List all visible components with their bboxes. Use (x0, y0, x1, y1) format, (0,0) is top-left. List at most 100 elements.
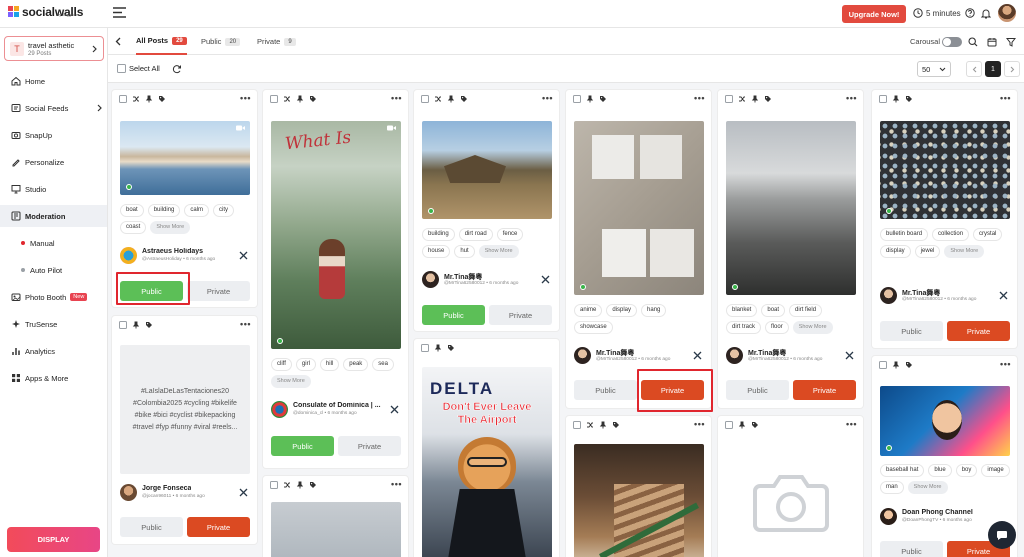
tag-chip[interactable]: house (422, 245, 451, 258)
shuffle-icon[interactable] (586, 421, 594, 429)
show-more-button[interactable]: Show More (907, 481, 948, 494)
private-button[interactable]: Private (338, 436, 401, 456)
tag-chip[interactable]: fence (496, 228, 524, 241)
pin-icon[interactable] (296, 95, 304, 103)
tag-chip[interactable]: blanket (726, 304, 758, 317)
pin-icon[interactable] (599, 421, 607, 429)
tab-private[interactable]: Private 9 (257, 28, 296, 55)
tag-chip[interactable]: display (880, 245, 911, 258)
more-options-icon[interactable]: ••• (542, 93, 553, 103)
post-card[interactable]: ••• (566, 416, 711, 557)
tag-chip[interactable]: anime (574, 304, 603, 317)
pin-icon[interactable] (892, 361, 900, 369)
tag-chip[interactable]: boy (955, 464, 978, 477)
tag-chip[interactable]: image (981, 464, 1010, 477)
tag-chip[interactable]: jewel (914, 245, 941, 258)
post-image-placeholder[interactable] (726, 444, 856, 557)
show-more-button[interactable]: Show More (792, 321, 833, 334)
post-image[interactable] (422, 121, 552, 219)
post-checkbox[interactable] (879, 95, 887, 103)
tag-chip[interactable]: hill (319, 358, 340, 371)
tag-chip[interactable]: display (606, 304, 638, 317)
shuffle-icon[interactable] (132, 95, 140, 103)
tag-chip[interactable]: hang (641, 304, 667, 317)
menu-toggle-icon[interactable] (113, 7, 126, 18)
post-card[interactable]: ••• What Is cliff girl hill peak sea Sho… (263, 90, 408, 468)
tag-icon[interactable] (905, 361, 913, 369)
bell-icon[interactable] (981, 8, 991, 19)
pin-icon[interactable] (132, 321, 140, 329)
sidebar-item-personalize[interactable]: Personalize (0, 151, 107, 173)
post-checkbox[interactable] (725, 95, 733, 103)
shuffle-icon[interactable] (434, 95, 442, 103)
tag-chip[interactable]: baseball hat (880, 464, 925, 477)
private-button[interactable]: Private (187, 281, 250, 301)
post-card[interactable]: ••• (718, 416, 863, 557)
more-options-icon[interactable]: ••• (846, 93, 857, 103)
tag-icon[interactable] (309, 481, 317, 489)
more-options-icon[interactable]: ••• (694, 419, 705, 429)
tag-chip[interactable]: city (213, 204, 235, 217)
tag-chip[interactable]: calm (184, 204, 210, 217)
tag-icon[interactable] (764, 95, 772, 103)
post-image[interactable]: What Is (271, 121, 401, 349)
author-avatar[interactable] (574, 347, 591, 364)
more-options-icon[interactable]: ••• (240, 93, 251, 103)
pin-icon[interactable] (586, 95, 594, 103)
post-card[interactable]: DELTA Don't Ever Leave The Airport (414, 339, 559, 557)
tag-icon[interactable] (612, 421, 620, 429)
tag-chip[interactable]: building (422, 228, 455, 241)
tag-icon[interactable] (599, 95, 607, 103)
post-image[interactable] (120, 121, 250, 195)
more-options-icon[interactable]: ••• (1000, 93, 1011, 103)
private-button[interactable]: Private (947, 321, 1010, 341)
pin-icon[interactable] (434, 344, 442, 352)
post-checkbox[interactable] (421, 95, 429, 103)
tag-chip[interactable]: bulletin board (880, 228, 929, 241)
carousel-toggle[interactable] (942, 37, 962, 47)
post-card[interactable]: ••• #LaIslaDeLasTentaciones20 #Colombia2… (112, 316, 257, 544)
sidebar-subitem-manual[interactable]: Manual (0, 232, 107, 254)
post-image[interactable]: DELTA Don't Ever Leave The Airport (422, 367, 552, 557)
tab-all-posts[interactable]: All Posts 29 (136, 28, 187, 55)
tag-chip[interactable]: collection (932, 228, 970, 241)
sidebar-item-studio[interactable]: Studio (0, 178, 107, 200)
tag-chip[interactable]: floor (765, 321, 789, 334)
tag-icon[interactable] (158, 95, 166, 103)
post-card[interactable]: ••• building dirt road fence house hut S… (414, 90, 559, 331)
sidebar-item-moderation[interactable]: Moderation (0, 205, 107, 227)
tag-icon[interactable] (145, 321, 153, 329)
tag-chip[interactable]: building (147, 204, 181, 217)
tag-chip[interactable]: girl (295, 358, 316, 371)
tag-chip[interactable]: coast (120, 221, 147, 234)
tag-chip[interactable]: man (880, 481, 904, 494)
upgrade-button[interactable]: Upgrade Now! (842, 5, 906, 23)
pin-icon[interactable] (296, 481, 304, 489)
sidebar-item-home[interactable]: Home (0, 70, 107, 92)
public-button[interactable]: Public (880, 541, 943, 557)
author-avatar[interactable] (120, 247, 137, 264)
post-checkbox[interactable] (573, 421, 581, 429)
page-number-button[interactable]: 1 (985, 61, 1001, 77)
public-button[interactable]: Public (574, 380, 637, 400)
post-card[interactable]: ••• blanket boat dirt field dirt track f… (718, 90, 863, 408)
tag-chip[interactable]: showcase (574, 321, 613, 334)
tag-icon[interactable] (460, 95, 468, 103)
more-options-icon[interactable]: ••• (391, 479, 402, 489)
trial-timer[interactable]: 5 minutes (913, 8, 961, 18)
more-options-icon[interactable]: ••• (1000, 359, 1011, 369)
sidebar-item-trusense[interactable]: TruSense (0, 313, 107, 335)
sidebar-subitem-auto-pilot[interactable]: Auto Pilot (0, 259, 107, 281)
pin-icon[interactable] (447, 95, 455, 103)
sidebar-item-snapup[interactable]: SnapUp (0, 124, 107, 146)
private-button[interactable]: Private (793, 380, 856, 400)
post-text[interactable]: #LaIslaDeLasTentaciones20 #Colombia2025 … (120, 345, 250, 474)
prev-page-button[interactable] (966, 61, 982, 77)
tag-chip[interactable]: blue (928, 464, 952, 477)
tag-icon[interactable] (905, 95, 913, 103)
tag-chip[interactable]: hut (454, 245, 475, 258)
per-page-select[interactable]: 50 (917, 61, 951, 77)
tag-chip[interactable]: dirt track (726, 321, 762, 334)
more-options-icon[interactable]: ••• (391, 93, 402, 103)
public-button[interactable]: Public (880, 321, 943, 341)
